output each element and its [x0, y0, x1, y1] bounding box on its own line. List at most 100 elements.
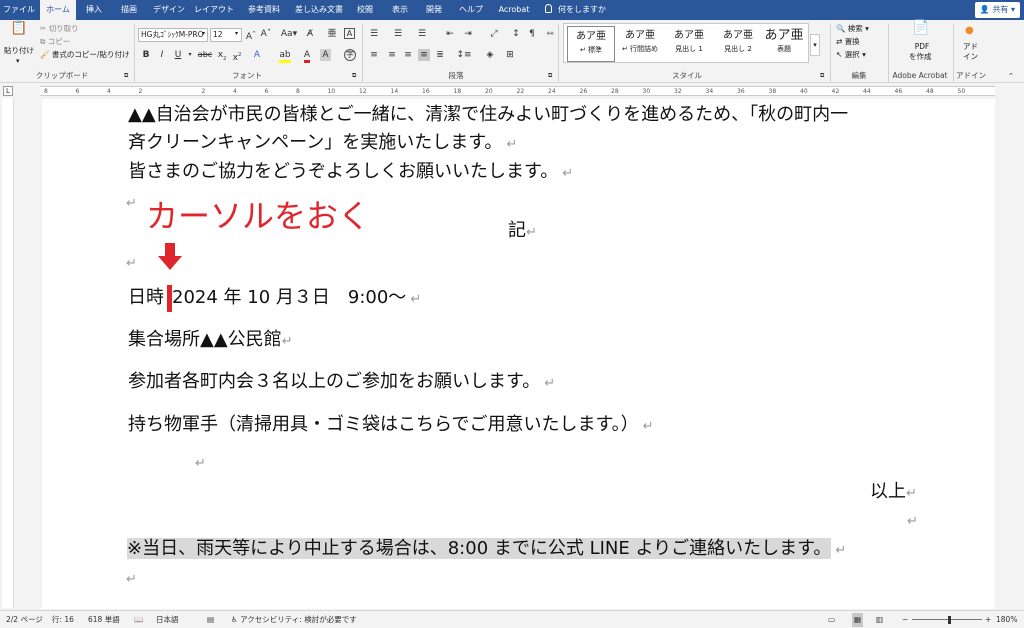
increase-indent-icon[interactable]: ⇥: [462, 28, 474, 40]
text-effects-icon[interactable]: A: [251, 49, 263, 61]
tab-developer[interactable]: 開発: [421, 0, 447, 20]
show-marks-icon[interactable]: ¶: [526, 28, 538, 40]
cut-button[interactable]: ✂ 切り取り: [40, 24, 79, 34]
empty-paragraph[interactable]: ↵: [907, 508, 918, 534]
subscript-icon[interactable]: x2: [216, 49, 228, 65]
justify-icon[interactable]: ≡: [418, 49, 430, 61]
underline-dropdown-icon[interactable]: ▾: [184, 49, 196, 61]
horizontal-ruler[interactable]: 8 6 4 2 2 4 6 8 10 12 14 16 18 20 22 24 26 28 30 32 34 36 38 40…: [40, 86, 995, 96]
tab-help[interactable]: ヘルプ: [454, 0, 488, 20]
web-layout-icon[interactable]: ▥: [876, 611, 883, 628]
enclose-circle-icon[interactable]: 字: [344, 49, 356, 61]
decrease-indent-icon[interactable]: ⇤: [444, 28, 456, 40]
doc-line-2[interactable]: 斉クリーンキャンペーン」を実施いたします。 ↵: [128, 131, 517, 157]
proofing-icon[interactable]: 📖: [134, 611, 143, 628]
tab-insert[interactable]: 挿入: [80, 0, 108, 20]
create-pdf-line2[interactable]: を作成: [909, 52, 932, 62]
select-button[interactable]: ↖ 選択 ▾: [836, 50, 866, 60]
tab-acrobat[interactable]: Acrobat: [494, 0, 534, 20]
shading-icon[interactable]: ◈: [484, 49, 496, 61]
doc-note[interactable]: ※当日、雨天等により中止する場合は、8:00 までに公式 LINE よりご連絡い…: [127, 537, 846, 563]
status-language[interactable]: 日本語: [156, 611, 179, 628]
align-left-icon[interactable]: ≡: [368, 49, 380, 61]
tab-view[interactable]: 表示: [387, 0, 413, 20]
addins-line2[interactable]: イン: [963, 52, 978, 62]
superscript-icon[interactable]: x2: [231, 49, 243, 64]
paste-button[interactable]: 貼り付け: [4, 46, 34, 56]
find-button[interactable]: 🔍 検索 ▾: [836, 24, 869, 34]
italic-icon[interactable]: I: [156, 49, 168, 61]
pdf-icon[interactable]: 📄: [912, 21, 929, 35]
styles-launcher-icon[interactable]: ⧉: [820, 71, 824, 81]
zoom-slider[interactable]: [912, 619, 982, 620]
zoom-in-icon[interactable]: +: [985, 611, 991, 628]
font-color-icon[interactable]: A: [301, 49, 313, 63]
char-shading-icon[interactable]: A: [320, 49, 331, 61]
borders-icon[interactable]: ⊞: [504, 49, 516, 61]
doc-line-3[interactable]: 皆さまのご協力をどうぞよろしくお願いいたします。 ↵: [128, 160, 573, 186]
replace-button[interactable]: ⇄ 置換: [836, 37, 860, 47]
empty-paragraph[interactable]: ↵: [126, 190, 137, 216]
status-line[interactable]: 行: 16: [52, 611, 74, 628]
doc-ijou[interactable]: 以上↵: [870, 480, 917, 506]
style-normal[interactable]: あア亜 ↵ 標準: [567, 26, 615, 62]
macro-icon[interactable]: ▤: [207, 611, 214, 628]
style-heading2[interactable]: あア亜 見出し 2: [714, 26, 762, 62]
tab-design[interactable]: デザイン: [150, 0, 188, 20]
font-launcher-icon[interactable]: ⧉: [352, 71, 356, 81]
focus-mode-icon[interactable]: ▭: [828, 611, 835, 628]
tab-layout[interactable]: レイアウト: [193, 0, 235, 20]
align-center-icon[interactable]: ≡: [386, 49, 398, 61]
format-painter-button[interactable]: 🖌 書式のコピー/貼り付け: [40, 50, 129, 60]
line-spacing-icon[interactable]: ↕≡: [456, 49, 472, 61]
tab-draw[interactable]: 描画: [114, 0, 144, 20]
print-layout-icon[interactable]: ▦: [852, 613, 864, 627]
zoom-out-icon[interactable]: −: [902, 611, 908, 628]
shrink-font-icon[interactable]: Aˇ: [260, 28, 272, 40]
status-accessibility[interactable]: ♿ アクセシビリティ: 検討が必要です: [231, 611, 357, 628]
tell-me-box[interactable]: 何をしますか: [545, 0, 606, 20]
tab-selector[interactable]: L: [3, 86, 13, 96]
addins-line1[interactable]: アド: [963, 42, 978, 52]
create-pdf-line1[interactable]: PDF: [912, 42, 932, 52]
strikethrough-icon[interactable]: abc: [197, 49, 213, 61]
font-size-dropdown-icon[interactable]: ▾: [235, 29, 238, 39]
font-name-dropdown-icon[interactable]: ▾: [202, 29, 205, 39]
tab-mailings[interactable]: 差し込み文書: [293, 0, 345, 20]
enclose-char-icon[interactable]: A: [344, 28, 355, 39]
clear-format-icon[interactable]: A̸: [304, 28, 316, 40]
doc-place[interactable]: 集合場所▲▲公民館↵: [128, 328, 293, 354]
styles-more-icon[interactable]: ▾: [810, 34, 820, 56]
sort-icon[interactable]: ↕: [510, 28, 522, 40]
clipboard-icon[interactable]: 📋: [6, 21, 32, 43]
tab-home[interactable]: ホーム: [40, 0, 76, 20]
empty-paragraph[interactable]: ↵: [126, 250, 137, 276]
align-right-icon[interactable]: ≡: [402, 49, 414, 61]
style-title[interactable]: あア亜 表題: [760, 26, 808, 62]
grow-font-icon[interactable]: A^: [245, 28, 257, 43]
empty-paragraph[interactable]: ↵: [126, 566, 137, 592]
status-zoom[interactable]: 180%: [996, 611, 1017, 628]
asian-layout-icon[interactable]: ⇿: [544, 28, 556, 40]
collapse-ribbon-icon[interactable]: ⌃: [1008, 71, 1014, 81]
addins-icon[interactable]: ●: [965, 26, 974, 36]
distributed-icon[interactable]: ≣: [434, 49, 446, 61]
chevron-down-icon[interactable]: ▾: [16, 56, 20, 66]
tab-file[interactable]: ファイル: [2, 0, 36, 20]
bullets-icon[interactable]: ☰: [368, 28, 380, 40]
numbering-icon[interactable]: ☰: [392, 28, 404, 40]
underline-icon[interactable]: U: [172, 49, 184, 61]
highlight-icon[interactable]: ab: [277, 49, 293, 63]
style-no-spacing[interactable]: あア亜 ↵ 行間詰め: [616, 26, 664, 62]
doc-items[interactable]: 持ち物軍手（清掃用具・ゴミ袋はこちらでご用意いたします。） ↵: [128, 413, 654, 439]
doc-participants[interactable]: 参加者各町内会３名以上のご参加をお願いします。 ↵: [128, 370, 555, 396]
zoom-slider-thumb[interactable]: [948, 616, 951, 624]
tab-references[interactable]: 参考資料: [241, 0, 287, 20]
text-direction-icon[interactable]: ⤢: [486, 28, 502, 40]
share-button[interactable]: 👤 共有 ▾: [974, 2, 1020, 18]
doc-line-1[interactable]: ▲▲自治会が市民の皆様とご一緒に、清潔で住みよい町づくりを進めるため、「秋の町内…: [128, 103, 848, 127]
bold-icon[interactable]: B: [140, 49, 152, 61]
tab-review[interactable]: 校閲: [353, 0, 377, 20]
multilevel-list-icon[interactable]: ☰: [416, 28, 428, 40]
phonetic-guide-icon[interactable]: 亜: [326, 28, 338, 40]
